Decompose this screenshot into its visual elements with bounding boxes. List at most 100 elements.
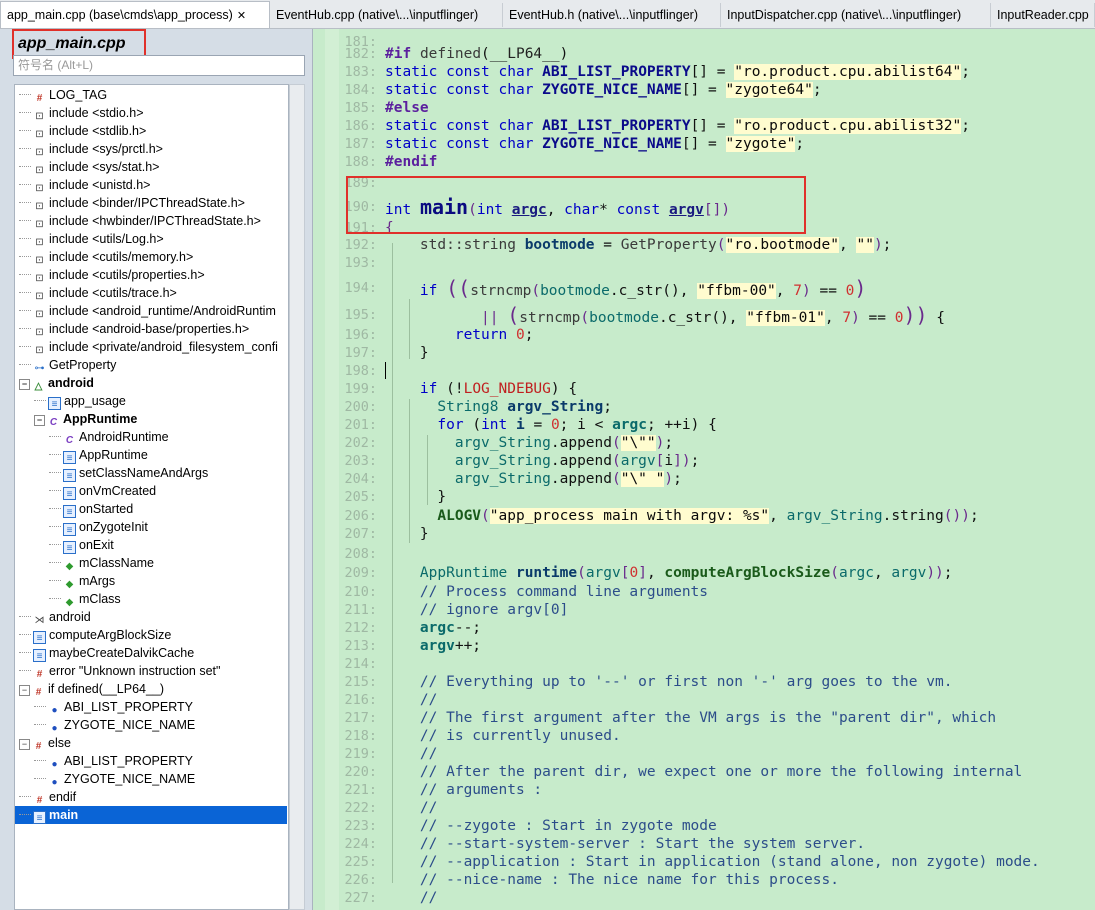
tree-connector <box>19 364 31 365</box>
tree-item[interactable]: # error "Unknown instruction set" <box>15 662 220 680</box>
tree-item[interactable]: ● ABI_LIST_PROPERTY <box>15 698 193 716</box>
tree-connector <box>19 238 31 239</box>
line-number: 200: <box>344 399 377 415</box>
tab-label: InputDispatcher.cpp (native\...\inputfli… <box>727 8 962 22</box>
tree-item[interactable]: ◆ mArgs <box>15 572 115 590</box>
tree-item[interactable]: ≡ onExit <box>15 536 114 554</box>
tree-connector <box>49 454 61 455</box>
tree-item[interactable]: ≡ setClassNameAndArgs <box>15 464 208 482</box>
tree-item[interactable]: ◆ mClass <box>15 590 121 608</box>
line-number: 205: <box>344 489 377 505</box>
tree-item-label: maybeCreateDalvikCache <box>49 646 195 660</box>
tree-item[interactable]: ≡ computeArgBlockSize <box>15 626 171 644</box>
tree-item[interactable]: ● ZYGOTE_NICE_NAME <box>15 770 195 788</box>
tree-connector <box>19 634 31 635</box>
tree-item[interactable]: − C AppRuntime <box>15 410 137 428</box>
tree-connector <box>49 580 61 581</box>
code-line-199: if (!LOG_NDEBUG) { <box>419 381 578 397</box>
comment-line: // Everything up to '--' or first non '-… <box>419 674 953 690</box>
tree-item[interactable]: ⊡ include <utils/Log.h> <box>15 230 164 248</box>
comment-line: // --nice-name : The nice name for this … <box>419 872 839 888</box>
tree-item-label: setClassNameAndArgs <box>79 466 209 480</box>
tab-label: InputReader.cpp <box>997 8 1089 22</box>
line-number: 206: <box>344 508 377 524</box>
line-number: 208: <box>344 546 377 562</box>
code-editor[interactable]: 181: 182: 183: 184: 185: 186: 187: 188: 189: 190:… <box>313 29 1095 910</box>
tree-item[interactable]: ⊶ GetProperty <box>15 356 116 374</box>
tree-item[interactable]: − # else <box>15 734 71 752</box>
selection-margin[interactable] <box>325 29 339 910</box>
tree-item-label: onExit <box>79 538 114 552</box>
code-line-201: for (int i = 0; i < argc; ++i) { <box>437 417 717 433</box>
tree-item[interactable]: ⊡ include <stdio.h> <box>15 104 144 122</box>
tree-item[interactable]: − # if defined(__LP64__) <box>15 680 164 698</box>
tree-item[interactable]: ⊡ include <hwbinder/IPCThreadState.h> <box>15 212 261 230</box>
line-number: 214: <box>344 656 377 672</box>
tree-item[interactable]: C AndroidRuntime <box>15 428 169 446</box>
code-line-182: #if defined(__LP64__) <box>385 46 569 62</box>
tree-connector <box>19 346 31 347</box>
collapse-toggle-icon[interactable]: − <box>34 415 45 426</box>
tree-item[interactable]: ● ABI_LIST_PROPERTY <box>15 752 193 770</box>
tree-item-label: onStarted <box>79 502 134 516</box>
tab-app-main[interactable]: app_main.cpp (base\cmds\app_process) ✕ <box>0 1 270 28</box>
line-number: 193: <box>344 255 377 271</box>
code-line-213: argv++; <box>419 638 482 654</box>
code-line-203: argv_String.append(argv[i]); <box>454 453 700 469</box>
collapse-toggle-icon[interactable]: − <box>19 379 30 390</box>
close-icon[interactable]: ✕ <box>237 10 246 22</box>
tree-item[interactable]: ⊡ include <cutils/trace.h> <box>15 284 177 302</box>
tree-connector <box>49 490 61 491</box>
tree-item[interactable]: ⊡ include <private/android_filesystem_con… <box>15 338 278 356</box>
tree-item[interactable]: ≡ AppRuntime <box>15 446 148 464</box>
line-number: 209: <box>344 565 377 581</box>
line-number: 199: <box>344 381 377 397</box>
comment-line: // The first argument after the VM args … <box>419 710 997 726</box>
tree-item[interactable]: ≡ main <box>15 806 287 824</box>
function-icon: ≡ <box>63 451 76 464</box>
collapse-toggle-icon[interactable]: − <box>19 739 30 750</box>
tree-item[interactable]: ⋊ android <box>15 608 91 626</box>
line-number: 202: <box>344 435 377 451</box>
tab-eventhub-cpp[interactable]: EventHub.cpp (native\...\inputflinger) <box>270 3 503 27</box>
tree-item[interactable]: ≡ maybeCreateDalvikCache <box>15 644 194 662</box>
tree-connector <box>19 184 31 185</box>
tree-connector <box>19 94 31 95</box>
tree-item[interactable]: ⊡ include <sys/prctl.h> <box>15 140 163 158</box>
line-number: 187: <box>344 136 377 152</box>
tree-item[interactable]: ≡ onZygoteInit <box>15 518 148 536</box>
comment-line: // <box>419 800 438 816</box>
symbol-search-input[interactable]: 符号名 (Alt+L) <box>13 55 305 76</box>
tree-item[interactable]: ⊡ include <android-base/properties.h> <box>15 320 249 338</box>
line-number: 207: <box>344 526 377 542</box>
tree-item[interactable]: # LOG_TAG <box>15 86 107 104</box>
tree-item[interactable]: # endif <box>15 788 76 806</box>
tab-inputreader[interactable]: InputReader.cpp <box>991 3 1095 27</box>
tree-item[interactable]: ⊡ include <stdlib.h> <box>15 122 146 140</box>
tree-item[interactable]: ⊡ include <cutils/properties.h> <box>15 266 205 284</box>
tree-item-label: GetProperty <box>49 358 117 372</box>
tree-item[interactable]: ≡ onStarted <box>15 500 133 518</box>
tree-item-label: ZYGOTE_NICE_NAME <box>64 718 196 732</box>
tree-item-label: include <utils/Log.h> <box>49 232 164 246</box>
tree-item[interactable]: ⊡ include <unistd.h> <box>15 176 150 194</box>
tab-eventhub-h[interactable]: EventHub.h (native\...\inputflinger) <box>503 3 721 27</box>
tree-item-label: if defined(__LP64__) <box>48 682 165 696</box>
tab-inputdispatcher[interactable]: InputDispatcher.cpp (native\...\inputfli… <box>721 3 991 27</box>
tree-connector <box>19 148 31 149</box>
tree-scrollbar[interactable] <box>289 84 305 910</box>
collapse-toggle-icon[interactable]: − <box>19 685 30 696</box>
tree-item[interactable]: ≡ onVmCreated <box>15 482 156 500</box>
tree-item[interactable]: ⊡ include <binder/IPCThreadState.h> <box>15 194 245 212</box>
tree-connector <box>19 310 31 311</box>
tree-item[interactable]: − △ android <box>15 374 94 392</box>
tree-item[interactable]: ⊡ include <sys/stat.h> <box>15 158 159 176</box>
tree-item[interactable]: ◆ mClassName <box>15 554 154 572</box>
function-icon: ≡ <box>33 649 46 662</box>
tree-item[interactable]: ● ZYGOTE_NICE_NAME <box>15 716 195 734</box>
tree-item-label: include <binder/IPCThreadState.h> <box>49 196 245 210</box>
tree-item[interactable]: ⊡ include <android_runtime/AndroidRuntim <box>15 302 276 320</box>
tree-item[interactable]: ⊡ include <cutils/memory.h> <box>15 248 193 266</box>
line-number: 194: <box>344 280 377 296</box>
tree-item[interactable]: ≡ app_usage <box>15 392 126 410</box>
